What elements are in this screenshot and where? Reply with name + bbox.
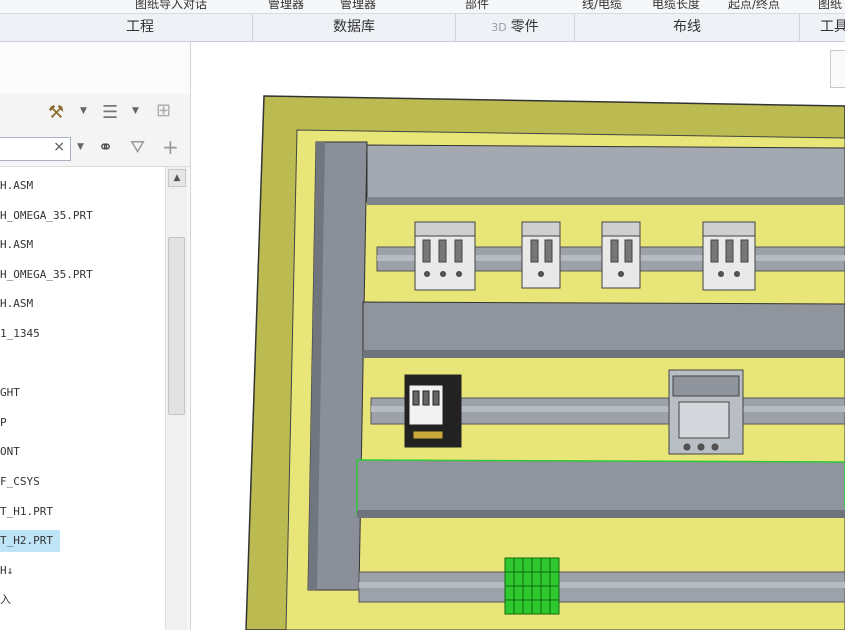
filter-icon[interactable]: ⛛ xyxy=(130,137,145,158)
circuit-breaker-4 xyxy=(702,221,756,291)
tree-item[interactable]: H_OMEGA_35.PRT xyxy=(0,264,93,286)
din-rail-3-highlight xyxy=(359,582,845,588)
model-tree-panel: ⚒ ▼ ☰ ▼ ⊞ × ▼ ⚭ ⛛ + H.ASM H_OMEGA_35.PRT H… xyxy=(0,42,191,630)
ribbon-group-bar: 工程 数据库 3D 零件 布线 工具 xyxy=(0,14,845,42)
cabinet-model xyxy=(245,95,845,630)
tree-toolbar: ⚒ ▼ ☰ ▼ ⊞ xyxy=(0,94,190,134)
tree-search-row: × ▼ ⚭ ⛛ + xyxy=(0,134,190,167)
ribbon-group-label: 布线 xyxy=(673,19,701,35)
dropdown-icon[interactable]: ▼ xyxy=(80,106,87,116)
tree-item[interactable]: GHT xyxy=(0,382,20,404)
ribbon-command-wire-cable[interactable]: 线/电缆 xyxy=(582,0,622,12)
ribbon-command-strip: 图纸导入对话 管理器 管理器 部件 线/电缆 电缆长度 起点/终点 图纸 xyxy=(0,0,845,14)
tree-item[interactable]: T_H1.PRT xyxy=(0,501,53,523)
clear-icon[interactable]: × xyxy=(53,139,65,155)
dropdown-icon[interactable]: ▼ xyxy=(132,106,139,116)
tree-item[interactable]: H.ASM xyxy=(0,175,33,197)
tree-item[interactable]: H.ASM xyxy=(0,234,33,256)
tree-item[interactable]: H↓ xyxy=(0,560,13,582)
wire-duct-top-edge xyxy=(367,197,845,205)
ribbon-group-project[interactable]: 工程 xyxy=(28,14,253,41)
tree-item[interactable]: ONT xyxy=(0,441,20,463)
wire-duct-bottom xyxy=(356,459,845,515)
ribbon-group-label: 零件 xyxy=(510,19,539,35)
ribbon-command-manager-1[interactable]: 管理器 xyxy=(268,0,304,12)
viewport-side-button[interactable] xyxy=(830,50,845,88)
panel-header xyxy=(0,42,190,94)
wire-duct-middle xyxy=(362,301,845,357)
tree-scrollbar[interactable]: ▲ xyxy=(165,167,187,630)
contactor xyxy=(404,374,462,448)
ribbon-group-tools[interactable]: 工具 xyxy=(800,14,845,41)
tree-item[interactable]: H.ASM xyxy=(0,293,33,315)
tree-item[interactable]: 1_1345 xyxy=(0,323,40,345)
terminal-block xyxy=(504,557,560,615)
ribbon-group-prefix: 3D xyxy=(491,21,507,34)
ribbon-group-database[interactable]: 数据库 xyxy=(253,14,456,41)
ribbon-group-wiring[interactable]: 布线 xyxy=(575,14,800,41)
add-icon[interactable]: + xyxy=(162,135,179,159)
ribbon-command-manager-2[interactable]: 管理器 xyxy=(340,0,376,12)
tree-item[interactable]: H_OMEGA_35.PRT xyxy=(0,205,93,227)
ribbon-group-label: 工具 xyxy=(820,19,845,35)
tree-item[interactable]: P xyxy=(0,412,7,434)
tree-item[interactable]: F_CSYS xyxy=(0,471,40,493)
binoculars-icon[interactable]: ⚭ xyxy=(98,137,113,158)
ribbon-command-cable-length[interactable]: 电缆长度 xyxy=(652,0,700,12)
scroll-up-arrow-icon[interactable]: ▲ xyxy=(168,169,186,187)
tree-item[interactable]: 入 xyxy=(0,589,11,611)
model-tree: H.ASM H_OMEGA_35.PRT H.ASM H_OMEGA_35.PRT H.… xyxy=(0,167,165,630)
ribbon-group-label: 工程 xyxy=(126,19,154,35)
3d-viewport[interactable] xyxy=(191,42,845,630)
wire-duct-bottom-edge xyxy=(357,510,845,518)
tools-icon[interactable]: ⚒ xyxy=(48,102,64,123)
circuit-breaker-1 xyxy=(414,221,476,291)
circuit-breaker-2 xyxy=(521,221,561,289)
list-settings-icon[interactable]: ☰ xyxy=(102,102,118,123)
ribbon-command-import[interactable]: 图纸导入对话 xyxy=(135,0,207,12)
show-hide-icon[interactable]: ⊞ xyxy=(156,100,171,121)
dropdown-icon[interactable]: ▼ xyxy=(77,142,84,152)
tree-item[interactable]: T_H2.PRT xyxy=(0,530,60,553)
wire-duct-top xyxy=(366,144,845,203)
scroll-thumb[interactable] xyxy=(168,237,185,415)
ribbon-group-3d-parts[interactable]: 3D 零件 xyxy=(456,14,575,41)
circuit-breaker-3 xyxy=(601,221,641,289)
wire-duct-middle-edge xyxy=(363,350,845,358)
ribbon-command-drawing[interactable]: 图纸 xyxy=(818,0,842,12)
ribbon-group-label: 数据库 xyxy=(333,19,375,35)
ribbon-command-part[interactable]: 部件 xyxy=(465,0,489,12)
tree-search-input[interactable]: × xyxy=(0,137,71,161)
ribbon-command-start-end[interactable]: 起点/终点 xyxy=(728,0,780,12)
motor-protector xyxy=(668,369,744,455)
